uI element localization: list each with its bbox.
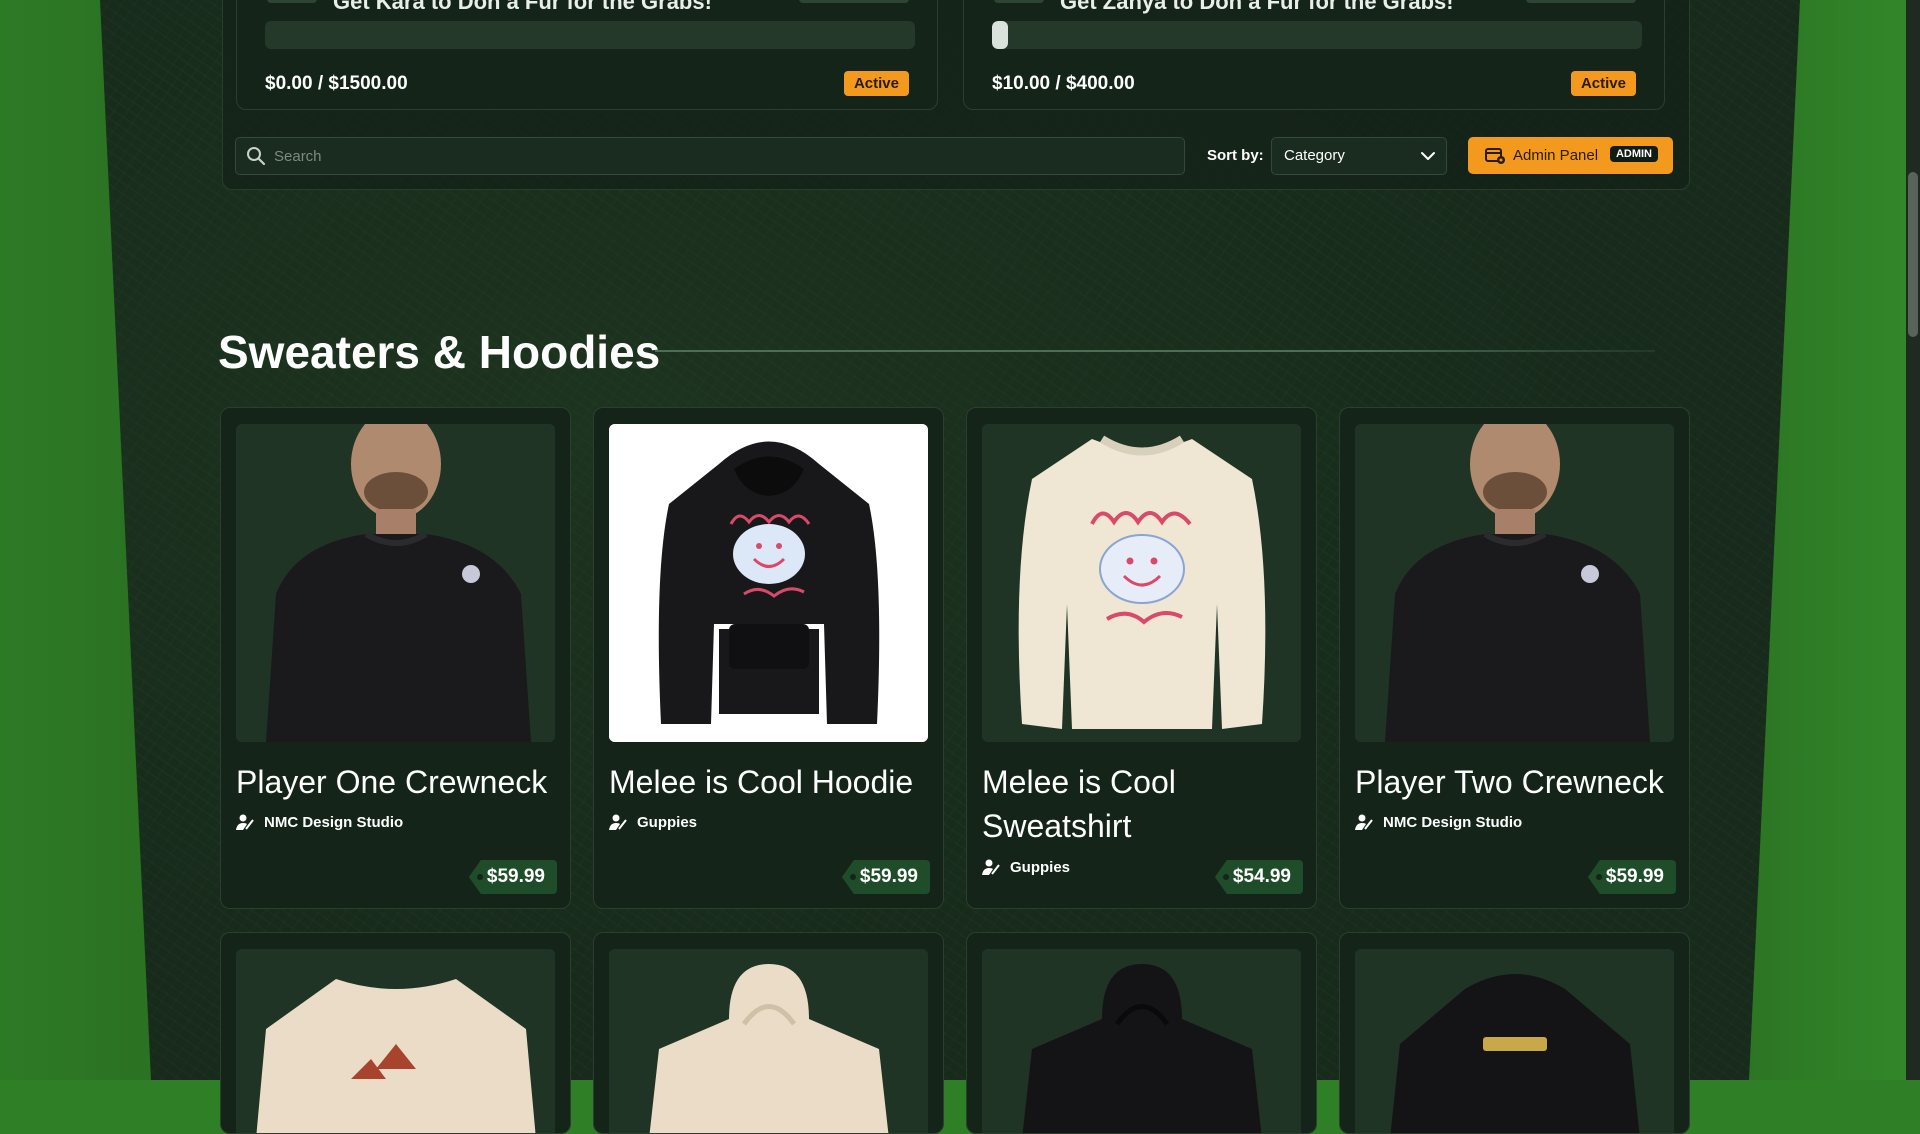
- scrollbar-thumb[interactable]: [1908, 172, 1918, 337]
- product-image[interactable]: [609, 424, 928, 742]
- search-icon: [247, 147, 266, 166]
- crewneck-photo: [1355, 424, 1674, 742]
- goal-card: Get Kara to Don a Fur for the Grabs! $0.…: [236, 0, 938, 110]
- admin-settings-icon: [1485, 148, 1505, 164]
- search-box[interactable]: [235, 137, 1185, 175]
- section-divider: [655, 350, 1655, 352]
- search-input[interactable]: [272, 138, 1176, 174]
- admin-panel-label: Admin Panel: [1513, 147, 1599, 164]
- goal-donate-button[interactable]: [1526, 0, 1636, 3]
- goal-donate-button[interactable]: [799, 0, 909, 3]
- goal-amount: $10.00 / $400.00: [992, 73, 1135, 94]
- sort-select[interactable]: Category: [1271, 137, 1447, 175]
- product-card[interactable]: [966, 932, 1317, 1134]
- artist-icon: [982, 859, 1000, 875]
- goal-progress-bar: [265, 21, 915, 49]
- goal-title: Get Kara to Don a Fur for the Grabs!: [333, 0, 712, 14]
- artist-icon: [236, 814, 254, 830]
- product-vendor[interactable]: Guppies: [982, 859, 1070, 876]
- scrollbar[interactable]: [1906, 0, 1920, 1080]
- section-title: Sweaters & Hoodies: [218, 326, 661, 378]
- hoodie-photo: [982, 949, 1301, 1133]
- product-image[interactable]: [236, 949, 555, 1133]
- chevron-down-icon: [1421, 152, 1435, 160]
- product-image[interactable]: [982, 949, 1301, 1133]
- product-image[interactable]: [236, 424, 555, 742]
- vendor-name: Guppies: [637, 814, 698, 831]
- product-image[interactable]: [1355, 949, 1674, 1133]
- sweatshirt-photo: [982, 424, 1301, 742]
- admin-badge: ADMIN: [1609, 146, 1658, 162]
- crewneck-photo: [236, 424, 555, 742]
- product-image[interactable]: [982, 424, 1301, 742]
- product-card[interactable]: [220, 932, 571, 1134]
- price-tag: $59.99: [468, 860, 557, 894]
- product-title[interactable]: Melee is Cool Hoodie: [609, 760, 929, 804]
- product-card[interactable]: Player One Crewneck NMC Design Studio $5…: [220, 407, 571, 909]
- product-vendor[interactable]: NMC Design Studio: [1355, 814, 1522, 831]
- goal-card: Get Zanya to Don a Fur for the Grabs! $1…: [963, 0, 1665, 110]
- goal-amount: $0.00 / $1500.00: [265, 73, 408, 94]
- status-badge: Active: [843, 71, 909, 96]
- sweatshirt-photo: [236, 949, 555, 1133]
- goal-title: Get Zanya to Don a Fur for the Grabs!: [1060, 0, 1454, 14]
- price-tag: $54.99: [1214, 860, 1303, 894]
- price-tag: $59.99: [841, 860, 930, 894]
- status-badge: Active: [1570, 71, 1636, 96]
- product-title[interactable]: Player Two Crewneck: [1355, 760, 1675, 804]
- vendor-name: NMC Design Studio: [264, 814, 404, 831]
- product-vendor[interactable]: Guppies: [609, 814, 697, 831]
- hoodie-photo: [609, 424, 928, 742]
- product-card[interactable]: Melee is Cool Sweatshirt Guppies $54.99: [966, 407, 1317, 909]
- product-vendor[interactable]: NMC Design Studio: [236, 814, 403, 831]
- goal-image-placeholder: [994, 0, 1044, 3]
- artist-icon: [1355, 814, 1373, 830]
- artist-icon: [609, 814, 627, 830]
- admin-panel-button[interactable]: Admin Panel ADMIN: [1468, 137, 1673, 174]
- sort-label: Sort by:: [1207, 147, 1264, 164]
- goal-progress-fill: [992, 21, 1009, 49]
- price-tag: $59.99: [1587, 860, 1676, 894]
- product-title[interactable]: Melee is Cool Sweatshirt: [982, 760, 1302, 848]
- product-card[interactable]: Player Two Crewneck NMC Design Studio $5…: [1339, 407, 1690, 909]
- vendor-name: NMC Design Studio: [1383, 814, 1523, 831]
- hoodie-photo: [1355, 949, 1674, 1133]
- product-card[interactable]: Melee is Cool Hoodie Guppies $59.99: [593, 407, 944, 909]
- product-image[interactable]: [609, 949, 928, 1133]
- hoodie-photo: [609, 949, 928, 1133]
- product-card[interactable]: [593, 932, 944, 1134]
- product-card[interactable]: [1339, 932, 1690, 1134]
- vendor-name: Guppies: [1010, 859, 1071, 876]
- goal-image-placeholder: [267, 0, 317, 3]
- product-title[interactable]: Player One Crewneck: [236, 760, 556, 804]
- product-image[interactable]: [1355, 424, 1674, 742]
- goal-progress-bar: [992, 21, 1642, 49]
- sort-selected-value: Category: [1284, 147, 1345, 164]
